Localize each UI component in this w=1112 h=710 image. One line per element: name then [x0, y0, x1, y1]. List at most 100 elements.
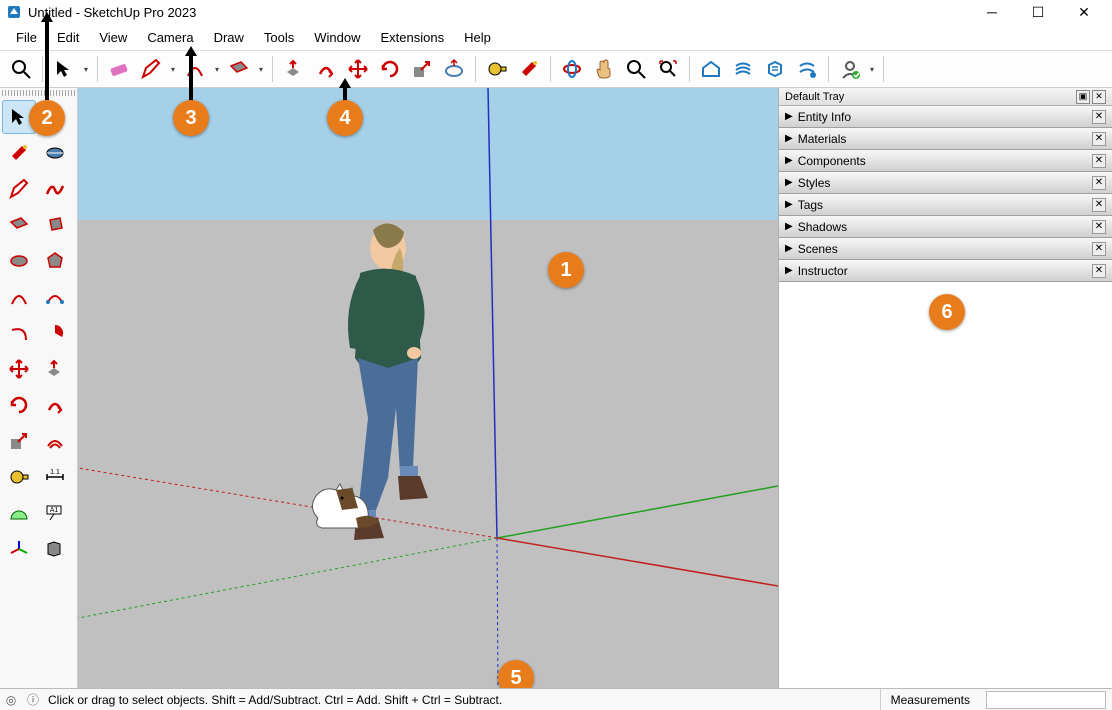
rect-icon[interactable]: [224, 54, 254, 84]
orbit-icon[interactable]: [557, 54, 587, 84]
panel-close-icon[interactable]: ✕: [1092, 264, 1106, 278]
tool-protractor[interactable]: [2, 496, 36, 530]
tool-followme[interactable]: [38, 388, 72, 422]
callout-2: 2: [29, 100, 65, 136]
zoom-extents-icon[interactable]: [653, 54, 683, 84]
menu-draw[interactable]: Draw: [204, 26, 254, 49]
minimize-button[interactable]: ─: [970, 1, 1014, 23]
tool-polygon[interactable]: [38, 244, 72, 278]
tool-pie[interactable]: [38, 316, 72, 350]
tool-line[interactable]: [2, 172, 36, 206]
tool-3d-text[interactable]: [38, 532, 72, 566]
callout-arrowhead: [41, 12, 53, 22]
paint-icon[interactable]: [514, 54, 544, 84]
status-hint: Click or drag to select objects. Shift =…: [44, 693, 880, 707]
tool-dimension[interactable]: 1.1: [38, 460, 72, 494]
tool-rotated-rect[interactable]: [38, 208, 72, 242]
large-toolset: 1.1 A1: [0, 88, 78, 688]
menu-window[interactable]: Window: [304, 26, 370, 49]
warehouse-icon[interactable]: [696, 54, 726, 84]
pushpull-icon[interactable]: [279, 54, 309, 84]
panel-shadows[interactable]: ▶Shadows✕: [779, 216, 1112, 238]
window-title: Untitled - SketchUp Pro 2023: [28, 5, 970, 20]
panel-close-icon[interactable]: ✕: [1092, 154, 1106, 168]
toolbar-separator: [42, 56, 43, 82]
rect-dropdown-icon[interactable]: ▾: [256, 54, 266, 84]
pencil-dropdown-icon[interactable]: ▾: [168, 54, 178, 84]
zoom2-icon[interactable]: [621, 54, 651, 84]
panel-close-icon[interactable]: ✕: [1092, 220, 1106, 234]
pan-icon[interactable]: [589, 54, 619, 84]
offset-icon[interactable]: [439, 54, 469, 84]
geolocation-icon[interactable]: ◎: [0, 693, 22, 707]
tool-tape[interactable]: [2, 460, 36, 494]
tool-paint[interactable]: [2, 136, 36, 170]
viewport[interactable]: 1 5: [78, 88, 778, 688]
toolset-grip[interactable]: [2, 90, 75, 96]
scale-figure: [288, 218, 478, 561]
menu-tools[interactable]: Tools: [254, 26, 304, 49]
tape-icon[interactable]: [482, 54, 512, 84]
menu-edit[interactable]: Edit: [47, 26, 89, 49]
zoom-icon[interactable]: [6, 54, 36, 84]
panel-styles[interactable]: ▶Styles✕: [779, 172, 1112, 194]
close-button[interactable]: ✕: [1062, 1, 1106, 23]
tool-2pt-arc[interactable]: [38, 280, 72, 314]
callout-4: 4: [327, 100, 363, 136]
share-icon[interactable]: [792, 54, 822, 84]
panel-components[interactable]: ▶Components✕: [779, 150, 1112, 172]
tool-axes[interactable]: [2, 532, 36, 566]
panel-close-icon[interactable]: ✕: [1092, 198, 1106, 212]
signin-dropdown-icon[interactable]: ▾: [867, 54, 877, 84]
ext-whs-icon[interactable]: [760, 54, 790, 84]
panel-close-icon[interactable]: ✕: [1092, 132, 1106, 146]
maximize-button[interactable]: ☐: [1016, 1, 1060, 23]
panel-close-icon[interactable]: ✕: [1092, 242, 1106, 256]
scale-icon[interactable]: [407, 54, 437, 84]
tool-text[interactable]: A1: [38, 496, 72, 530]
expand-icon: ▶: [785, 221, 793, 232]
rotate-icon[interactable]: [375, 54, 405, 84]
panel-close-icon[interactable]: ✕: [1092, 110, 1106, 124]
tool-3pt-arc[interactable]: [2, 316, 36, 350]
expand-icon: ▶: [785, 199, 793, 210]
arc-icon[interactable]: [180, 54, 210, 84]
panel-tags[interactable]: ▶Tags✕: [779, 194, 1112, 216]
callout-1: 1: [548, 252, 584, 288]
expand-icon: ▶: [785, 111, 793, 122]
panel-close-icon[interactable]: ✕: [1092, 176, 1106, 190]
tool-move[interactable]: [2, 352, 36, 386]
select-icon[interactable]: [49, 54, 79, 84]
tool-offset[interactable]: [38, 424, 72, 458]
tool-pushpull[interactable]: [38, 352, 72, 386]
tool-freehand[interactable]: [38, 172, 72, 206]
followme-icon[interactable]: [311, 54, 341, 84]
select-dropdown-icon[interactable]: ▾: [81, 54, 91, 84]
menu-file[interactable]: File: [6, 26, 47, 49]
eraser-icon[interactable]: [104, 54, 134, 84]
tool-arc[interactable]: [2, 280, 36, 314]
toolbar-separator: [97, 56, 98, 82]
credits-icon[interactable]: ⓘ: [22, 691, 44, 708]
tool-rotate[interactable]: [2, 388, 36, 422]
pencil-icon[interactable]: [136, 54, 166, 84]
menu-extensions[interactable]: Extensions: [371, 26, 455, 49]
tool-scale[interactable]: [2, 424, 36, 458]
menu-view[interactable]: View: [89, 26, 137, 49]
panel-scenes[interactable]: ▶Scenes✕: [779, 238, 1112, 260]
panel-entity-info[interactable]: ▶Entity Info✕: [779, 106, 1112, 128]
measurements-input[interactable]: [986, 691, 1106, 709]
signin-icon[interactable]: [835, 54, 865, 84]
arc-dropdown-icon[interactable]: ▾: [212, 54, 222, 84]
tool-rectangle[interactable]: [2, 208, 36, 242]
tray-close-icon[interactable]: ✕: [1092, 90, 1106, 104]
tray-pin-icon[interactable]: ▣: [1076, 90, 1090, 104]
tool-circle[interactable]: [2, 244, 36, 278]
tray-header[interactable]: Default Tray ▣ ✕: [779, 88, 1112, 106]
panel-instructor[interactable]: ▶Instructor✕: [779, 260, 1112, 282]
ext-mgr-icon[interactable]: [728, 54, 758, 84]
tool-eraser[interactable]: [38, 136, 72, 170]
svg-text:1.1: 1.1: [50, 469, 60, 476]
panel-materials[interactable]: ▶Materials✕: [779, 128, 1112, 150]
menu-help[interactable]: Help: [454, 26, 501, 49]
